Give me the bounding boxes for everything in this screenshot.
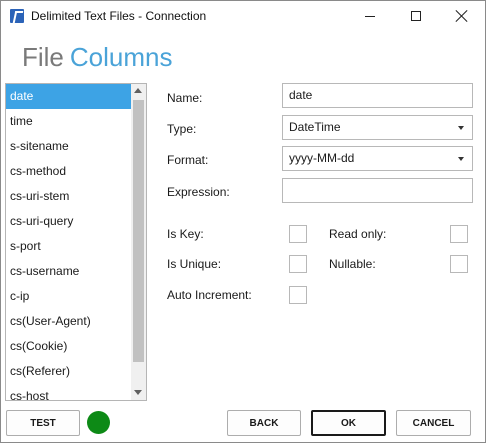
page-title: File Columns (22, 42, 173, 73)
is-unique-label: Is Unique: (167, 257, 222, 271)
cancel-button[interactable]: CANCEL (396, 410, 471, 436)
minimize-icon (365, 15, 375, 17)
expression-label: Expression: (167, 185, 230, 199)
column-list-item[interactable]: cs(Cookie) (6, 334, 132, 359)
name-field[interactable]: date (282, 83, 473, 108)
expression-field[interactable] (282, 178, 473, 203)
page-title-columns: Columns (69, 42, 173, 72)
is-key-checkbox[interactable] (289, 225, 307, 243)
maximize-button[interactable] (393, 1, 439, 31)
column-list-item[interactable]: cs-uri-stem (6, 184, 132, 209)
column-list-item[interactable]: s-sitename (6, 134, 132, 159)
connection-status-indicator (87, 411, 110, 434)
column-list-item[interactable]: cs-username (6, 259, 132, 284)
auto-increment-checkbox[interactable] (289, 286, 307, 304)
page-title-file: File (22, 42, 64, 72)
name-label: Name: (167, 91, 203, 105)
back-button[interactable]: BACK (227, 410, 301, 436)
minimize-button[interactable] (347, 1, 393, 31)
column-list-item[interactable]: cs(Referer) (6, 359, 132, 384)
app-icon (10, 9, 24, 23)
type-select[interactable]: DateTime (282, 115, 473, 140)
format-select[interactable]: yyyy-MM-dd (282, 146, 473, 171)
is-key-label: Is Key: (167, 227, 204, 241)
auto-increment-label: Auto Increment: (167, 288, 252, 302)
column-list-scrollbar[interactable] (131, 84, 146, 400)
title-bar: Delimited Text Files - Connection (1, 1, 485, 31)
window-title: Delimited Text Files - Connection (31, 9, 207, 23)
read-only-label: Read only: (329, 227, 387, 241)
nullable-checkbox[interactable] (450, 255, 468, 273)
column-list-item[interactable]: cs-method (6, 159, 132, 184)
column-list-item[interactable]: cs(User-Agent) (6, 309, 132, 334)
is-unique-checkbox[interactable] (289, 255, 307, 273)
type-label: Type: (167, 122, 197, 136)
column-list-item[interactable]: cs-uri-query (6, 209, 132, 234)
column-list-item[interactable]: time (6, 109, 132, 134)
read-only-checkbox[interactable] (450, 225, 468, 243)
scroll-thumb[interactable] (133, 100, 144, 362)
close-icon (456, 10, 468, 22)
scroll-up-icon[interactable] (131, 84, 146, 98)
connection-dialog: Delimited Text Files - Connection File Co… (0, 0, 486, 443)
maximize-icon (411, 11, 421, 21)
close-button[interactable] (439, 1, 485, 31)
nullable-label: Nullable: (329, 257, 376, 271)
format-label: Format: (167, 153, 209, 167)
scroll-down-icon[interactable] (131, 386, 146, 400)
type-value: DateTime (289, 120, 341, 134)
ok-button[interactable]: OK (311, 410, 386, 436)
column-list-item[interactable]: date (6, 84, 132, 109)
column-list-item[interactable]: cs-host (6, 384, 132, 400)
column-list-items: date time s-sitename cs-method cs-uri-stem cs… (6, 84, 132, 400)
format-value: yyyy-MM-dd (289, 151, 355, 165)
column-list[interactable]: date time s-sitename cs-method cs-uri-stem cs… (5, 83, 147, 401)
column-list-item[interactable]: c-ip (6, 284, 132, 309)
column-list-item[interactable]: s-port (6, 234, 132, 259)
test-button[interactable]: TEST (6, 410, 80, 436)
